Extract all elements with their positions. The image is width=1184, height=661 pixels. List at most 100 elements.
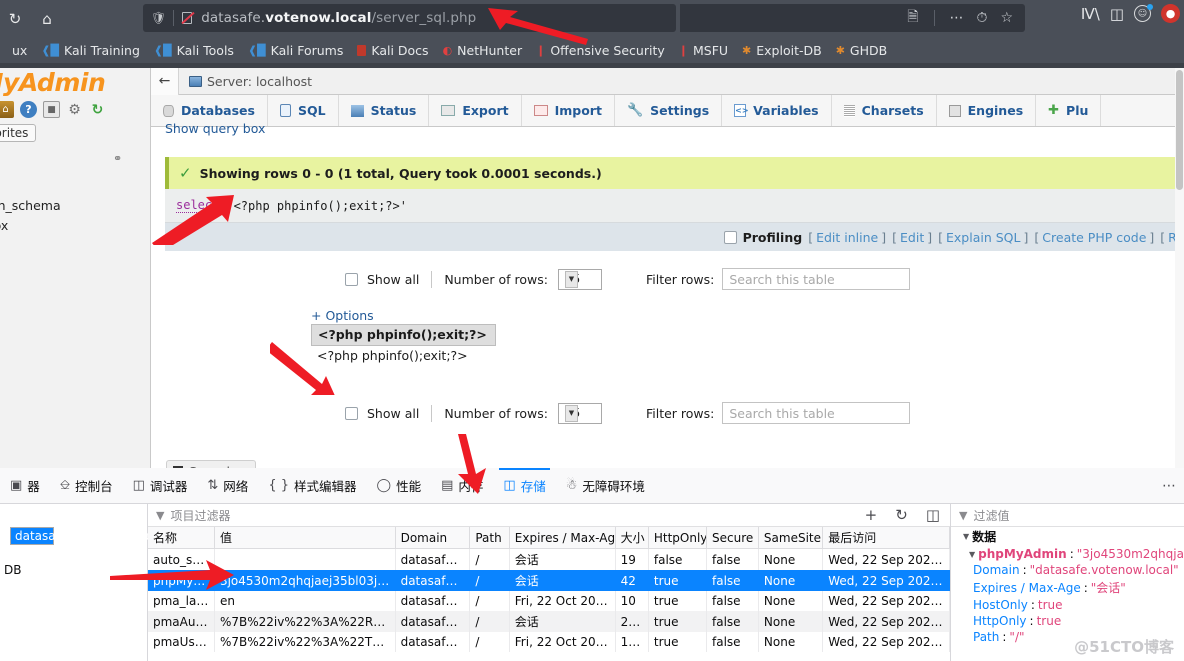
- tab-export[interactable]: Export: [429, 95, 522, 126]
- cell-value: [214, 548, 396, 570]
- show-all-checkbox[interactable]: [345, 406, 358, 420]
- filter-rows-label: Filter rows:: [645, 405, 715, 421]
- edit-link[interactable]: Edit: [900, 230, 924, 245]
- table-row[interactable]: pmaAuth-1 %7B%22iv%22%3A%22R%2Bljp… data…: [148, 611, 950, 632]
- storage-tree-item-cookies-host[interactable]: datasafe.votenow.local: [10, 527, 153, 545]
- devtools-options-icon[interactable]: ⋯: [1162, 478, 1176, 494]
- favorites-chip[interactable]: avorites: [0, 124, 37, 142]
- filter-rows-input[interactable]: Search this table: [722, 268, 911, 290]
- help-icon[interactable]: ?: [20, 101, 37, 118]
- sidebar-item-information-schema[interactable]: nation_schema: [0, 198, 61, 213]
- page-scrollbar[interactable]: [1175, 68, 1184, 468]
- options-link[interactable]: + Options: [311, 308, 374, 323]
- col-domain[interactable]: Domain: [395, 527, 471, 549]
- account-icon[interactable]: ☺: [1134, 4, 1153, 22]
- table-row[interactable]: pmaUser-1 %7B%22iv%22%3A%22TLtIzrnhV… da…: [148, 632, 950, 652]
- bookmark-item[interactable]: ✱ GHDB: [829, 43, 895, 58]
- devtools-tab-label: 存储: [520, 479, 546, 494]
- bookmark-item[interactable]: ❙ Offensive Security: [529, 43, 672, 58]
- table-row[interactable]: auto_sav… datasafe.vot… / 会话 19 false fa…: [148, 548, 950, 570]
- col-value[interactable]: 值: [214, 527, 396, 549]
- cell-value: %7B%22iv%22%3A%22R%2Bljp…: [214, 611, 396, 632]
- devtools-tab-accessibility[interactable]: ☃ 无障碍环境: [556, 468, 655, 504]
- storage-tree-item-indexed-db[interactable]: DB: [0, 561, 147, 579]
- tab-status[interactable]: Status: [339, 95, 430, 126]
- settings-icon[interactable]: ⚙: [66, 101, 83, 118]
- tab-settings[interactable]: 🔧 Settings: [615, 95, 723, 126]
- devtools-tab-debugger[interactable]: ◫ 调试器: [123, 468, 198, 504]
- number-of-rows-select[interactable]: 25 ▼: [557, 268, 602, 290]
- bookmark-item[interactable]: ux: [0, 43, 34, 58]
- bookmark-item[interactable]: ❰█ Kali Forums: [241, 43, 350, 58]
- col-last-accessed[interactable]: 最后访问: [822, 527, 950, 549]
- tab-import[interactable]: Import: [522, 95, 615, 126]
- profiling-checkbox[interactable]: [723, 230, 737, 244]
- accessibility-icon: ☃: [565, 478, 578, 493]
- devtools-tab-storage[interactable]: ◫ 存储: [493, 467, 555, 504]
- bookmark-item[interactable]: Kali Docs: [350, 43, 435, 58]
- col-name[interactable]: 名称: [148, 527, 215, 549]
- col-size[interactable]: 大小: [615, 527, 649, 549]
- sidebar-icon[interactable]: ◫: [1110, 5, 1124, 23]
- value-filter-input[interactable]: 过滤值: [973, 507, 1009, 524]
- spider-icon: ✱: [835, 44, 845, 57]
- tab-variables[interactable]: <> Variables: [722, 95, 832, 126]
- docs-icon[interactable]: ■: [43, 101, 60, 118]
- library-icon[interactable]: Ⅳ\: [1081, 5, 1100, 23]
- tab-plugins[interactable]: ✚ Plu: [1036, 95, 1102, 126]
- scrollbar-thumb[interactable]: [1176, 70, 1183, 190]
- broken-lock-icon[interactable]: [181, 11, 195, 25]
- col-samesite[interactable]: SameSite: [758, 527, 824, 549]
- col-httponly[interactable]: HttpOnly: [648, 527, 708, 549]
- number-of-rows-select[interactable]: 25 ▼: [557, 402, 602, 424]
- chain-link-icon[interactable]: ⚭: [113, 152, 122, 165]
- bookmark-item[interactable]: ❰█ Kali Tools: [147, 43, 241, 58]
- extension-icon[interactable]: ●: [1161, 4, 1180, 23]
- pocket-icon[interactable]: ⏱: [977, 10, 988, 26]
- bookmark-item[interactable]: ❰█ Kali Training: [34, 43, 147, 58]
- add-icon[interactable]: +: [865, 506, 878, 524]
- devtools-tab-memory[interactable]: ▤ 内存: [431, 468, 493, 504]
- home-icon[interactable]: ⌂: [0, 101, 14, 118]
- show-all-checkbox[interactable]: [345, 272, 358, 286]
- bookmark-item[interactable]: ❙ MSFU: [672, 43, 735, 58]
- devtools-tab-console[interactable]: ⎒ 控制台: [50, 468, 123, 504]
- tab-sql[interactable]: SQL: [268, 95, 339, 126]
- col-secure[interactable]: Secure: [706, 527, 759, 549]
- ellipsis-icon[interactable]: ⋯: [950, 10, 964, 26]
- sidebar-item-sandbox[interactable]: oox: [0, 218, 8, 233]
- col-expires[interactable]: Expires / Max-Age: [509, 527, 616, 549]
- filter-rows-input[interactable]: Search this table: [722, 402, 911, 424]
- bookmark-label: Offensive Security: [550, 43, 665, 58]
- shield-icon[interactable]: 🛡: [151, 12, 166, 24]
- tab-engines[interactable]: Engines: [937, 95, 1037, 126]
- profiling-label: Profiling: [742, 229, 803, 245]
- bookmark-item[interactable]: ◐ NetHunter: [436, 43, 530, 58]
- address-bar[interactable]: 🛡 datasafe.votenow.local/server_sql.php: [143, 4, 676, 32]
- star-icon[interactable]: ☆: [1000, 10, 1013, 26]
- devtools-tab-performance[interactable]: ◯ 性能: [367, 468, 432, 504]
- devtools-tab-inspector[interactable]: ▣ 器: [0, 468, 50, 504]
- reader-mode-icon[interactable]: 🗎: [907, 6, 918, 30]
- detail-group-row[interactable]: ▼ 数据: [951, 527, 1184, 546]
- detail-cookie-row[interactable]: ▼ phpMyAdmin: "3jo4530m2qhqjaej35bl03jb: [951, 546, 1184, 562]
- table-row[interactable]: pma_lang en datasafe.vot… / Fri, 22 Oct …: [148, 591, 950, 611]
- reload-icon[interactable]: ↻: [0, 4, 30, 34]
- table-row[interactable]: phpMyAd… 3jo4530m2qhqjaej35bl03jbk0skckl…: [148, 570, 950, 591]
- show-query-box-link[interactable]: Show query box: [165, 121, 265, 136]
- item-filter-input[interactable]: 项目过滤器: [170, 507, 230, 524]
- devtools-tab-style-editor[interactable]: { } 样式编辑器: [258, 468, 366, 504]
- col-path[interactable]: Path: [469, 527, 510, 549]
- bookmark-item[interactable]: ✱ Exploit-DB: [735, 43, 829, 58]
- explain-sql-link[interactable]: Explain SQL: [946, 230, 1020, 245]
- home-icon[interactable]: ⌂: [32, 4, 62, 34]
- devtools-tab-network[interactable]: ⇅ 网络: [197, 468, 258, 504]
- refresh-icon[interactable]: ↻: [89, 101, 106, 118]
- back-button[interactable]: ←: [151, 68, 179, 95]
- split-console-icon[interactable]: ◫: [926, 506, 940, 524]
- create-php-code-link[interactable]: Create PHP code: [1042, 230, 1146, 245]
- tab-charsets[interactable]: Charsets: [832, 95, 937, 126]
- edit-inline-link[interactable]: Edit inline: [816, 230, 878, 245]
- refresh-icon[interactable]: ↻: [895, 506, 908, 524]
- success-check-icon: ✓: [179, 164, 192, 182]
